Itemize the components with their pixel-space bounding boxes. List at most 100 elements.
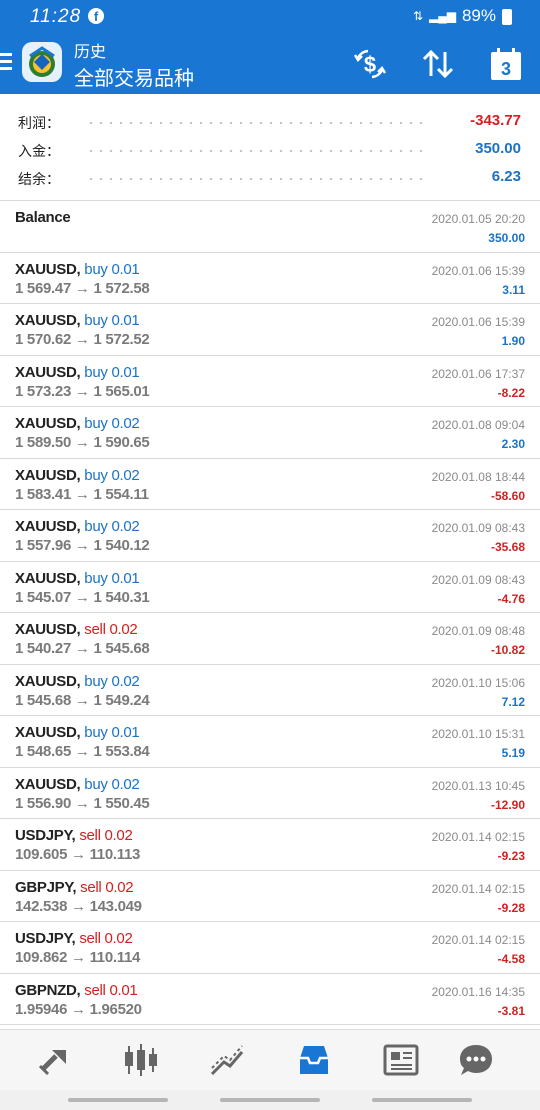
deal-prices: 1 545.07 → 1 540.31	[15, 589, 150, 606]
deal-profit: 7.12	[501, 694, 525, 709]
deal-prices: 1 573.23 → 1 565.01	[15, 382, 150, 400]
deal-prices: 1 583.41 → 1 554.11	[15, 486, 149, 503]
deal-row[interactable]: XAUUSD, buy 0.01 1 569.47 → 1 572.58 2020.…	[0, 251, 540, 304]
chat-icon[interactable]	[456, 1040, 496, 1080]
deal-symbol: Balance	[15, 209, 71, 226]
deal-symbol: XAUUSD, buy 0.01	[15, 724, 140, 741]
deal-volume: 0.02	[111, 518, 140, 535]
arrow-right-icon: →	[71, 949, 86, 966]
deal-profit: -58.60	[490, 488, 525, 503]
deal-side: sell 0.01	[84, 982, 137, 999]
deal-time: 2020.01.14 02:15	[431, 830, 525, 844]
deal-row[interactable]: XAUUSD, buy 0.01 1 545.07 → 1 540.31 2020.…	[0, 560, 540, 613]
deal-type: buy	[84, 415, 108, 432]
deal-row[interactable]: XAUUSD, buy 0.02 1 556.90 → 1 550.45 2020.…	[0, 766, 540, 819]
status-time: 11:28	[30, 6, 82, 27]
deal-symbol-text: Balance	[15, 209, 71, 226]
open-price: 109.862	[15, 949, 68, 966]
open-price: 1.95946	[15, 1000, 68, 1018]
close-price: 1 554.11	[93, 485, 149, 503]
sort-icon[interactable]	[420, 46, 456, 82]
news-icon[interactable]	[381, 1040, 421, 1080]
battery-percent: 89%	[461, 6, 496, 25]
deal-prices: 1 557.96 → 1 540.12	[15, 537, 150, 554]
deal-volume: 0.01	[109, 981, 138, 999]
trade-icon[interactable]	[208, 1040, 248, 1080]
arrow-right-icon: →	[71, 846, 86, 863]
deal-row[interactable]: USDJPY, sell 0.02 109.862 → 110.114 2020.0…	[0, 921, 540, 973]
deal-symbol-text: XAUUSD,	[15, 518, 81, 535]
open-price: 1 557.96	[15, 537, 71, 554]
deal-row[interactable]: XAUUSD, buy 0.02 1 589.50 → 1 590.65 2020.…	[0, 406, 540, 458]
deal-volume: 0.01	[111, 260, 140, 278]
summary-profit-row: 利润： -343.77	[0, 108, 540, 136]
deal-row[interactable]: XAUUSD, buy 0.01 1 573.23 → 1 565.01 2020.…	[0, 354, 540, 407]
summary-value: 350.00	[475, 140, 521, 157]
deal-profit: -4.58	[497, 952, 525, 966]
deal-side: buy 0.01	[84, 261, 139, 278]
deal-row[interactable]: GBPNZD, sell 0.01 1.95946 → 1.96520 2020.0…	[0, 972, 540, 1025]
page-title[interactable]: 全部交易品种	[74, 62, 194, 91]
deal-side: buy 0.01	[84, 570, 139, 587]
summary-value: -343.77	[470, 112, 521, 129]
calendar-icon[interactable]: 3	[488, 46, 524, 82]
deal-row[interactable]: XAUUSD, buy 0.02 1 545.68 → 1 549.24 2020.…	[0, 663, 540, 716]
deal-profit: 350.00	[488, 231, 525, 245]
deal-profit: -8.22	[497, 385, 525, 400]
deal-history-list[interactable]: Balance 2020.01.05 20:20 350.00 XAUUSD, buy…	[0, 200, 540, 1025]
open-price: 1 569.47	[15, 279, 71, 297]
summary-balance-row: 结余： 6.23	[0, 164, 540, 192]
deal-profit: -9.28	[497, 900, 525, 915]
app-logo[interactable]	[22, 42, 62, 82]
deal-time: 2020.01.14 02:15	[431, 881, 525, 896]
deal-volume: 0.02	[111, 466, 140, 484]
deal-prices: 1 548.65 → 1 553.84	[15, 743, 150, 760]
deal-volume: 0.02	[109, 621, 138, 638]
deal-volume: 0.02	[104, 930, 133, 947]
deal-row[interactable]: Balance 2020.01.05 20:20 350.00	[0, 200, 540, 252]
deal-row[interactable]: USDJPY, sell 0.02 109.605 → 110.113 2020.0…	[0, 818, 540, 870]
deal-row[interactable]: GBPJPY, sell 0.02 142.538 → 143.049 2020.0…	[0, 869, 540, 922]
deal-symbol-text: XAUUSD,	[15, 775, 81, 793]
battery-icon	[502, 9, 512, 25]
arrow-right-icon: →	[74, 331, 90, 348]
deal-side: buy 0.02	[84, 467, 139, 484]
bottom-navigation	[0, 1029, 540, 1090]
deal-row[interactable]: XAUUSD, buy 0.02 1 557.96 → 1 540.12 2020.…	[0, 509, 540, 561]
deal-volume: 0.01	[111, 569, 140, 587]
open-price: 1 573.23	[15, 382, 71, 400]
currency-exchange-icon[interactable]: $	[352, 46, 388, 82]
menu-icon[interactable]	[0, 53, 12, 75]
open-price: 1 556.90	[15, 794, 71, 812]
deal-profit: -3.81	[497, 1003, 525, 1018]
deal-side: buy 0.02	[84, 776, 139, 793]
deal-row[interactable]: XAUUSD, buy 0.01 1 570.62 → 1 572.52 2020.…	[0, 303, 540, 355]
open-price: 109.605	[15, 846, 68, 863]
deal-type: buy	[84, 775, 108, 793]
deal-time: 2020.01.10 15:31	[431, 727, 525, 741]
deal-row[interactable]: XAUUSD, buy 0.02 1 583.41 → 1 554.11 2020.…	[0, 457, 540, 510]
deal-time: 2020.01.09 08:43	[431, 572, 525, 587]
deal-prices: 1 569.47 → 1 572.58	[15, 279, 150, 297]
gesture-handle[interactable]	[220, 1098, 320, 1102]
deal-type: buy	[84, 569, 108, 587]
deal-type: buy	[84, 312, 108, 329]
deal-type: buy	[84, 260, 108, 278]
quotes-icon[interactable]	[34, 1040, 74, 1080]
chart-icon[interactable]	[121, 1040, 161, 1080]
deal-side: buy 0.01	[84, 724, 139, 741]
deal-side: buy 0.02	[84, 518, 139, 535]
network-icon: ⇅	[412, 9, 423, 23]
deal-type: buy	[84, 724, 108, 741]
deal-row[interactable]: XAUUSD, buy 0.01 1 548.65 → 1 553.84 2020.…	[0, 715, 540, 767]
deal-row[interactable]: XAUUSD, sell 0.02 1 540.27 → 1 545.68 2020…	[0, 612, 540, 664]
deal-volume: 0.01	[111, 312, 140, 329]
deal-profit: -10.82	[490, 643, 525, 657]
deal-symbol: XAUUSD, buy 0.02	[15, 775, 140, 793]
history-icon[interactable]	[294, 1040, 334, 1080]
open-price: 142.538	[15, 897, 68, 915]
close-price: 1 553.84	[93, 743, 150, 760]
deal-symbol: XAUUSD, buy 0.01	[15, 312, 140, 329]
status-bar: 11:28 f ⇅ ▂▄▆ 89%	[0, 0, 540, 34]
close-price: 110.113	[89, 846, 141, 863]
